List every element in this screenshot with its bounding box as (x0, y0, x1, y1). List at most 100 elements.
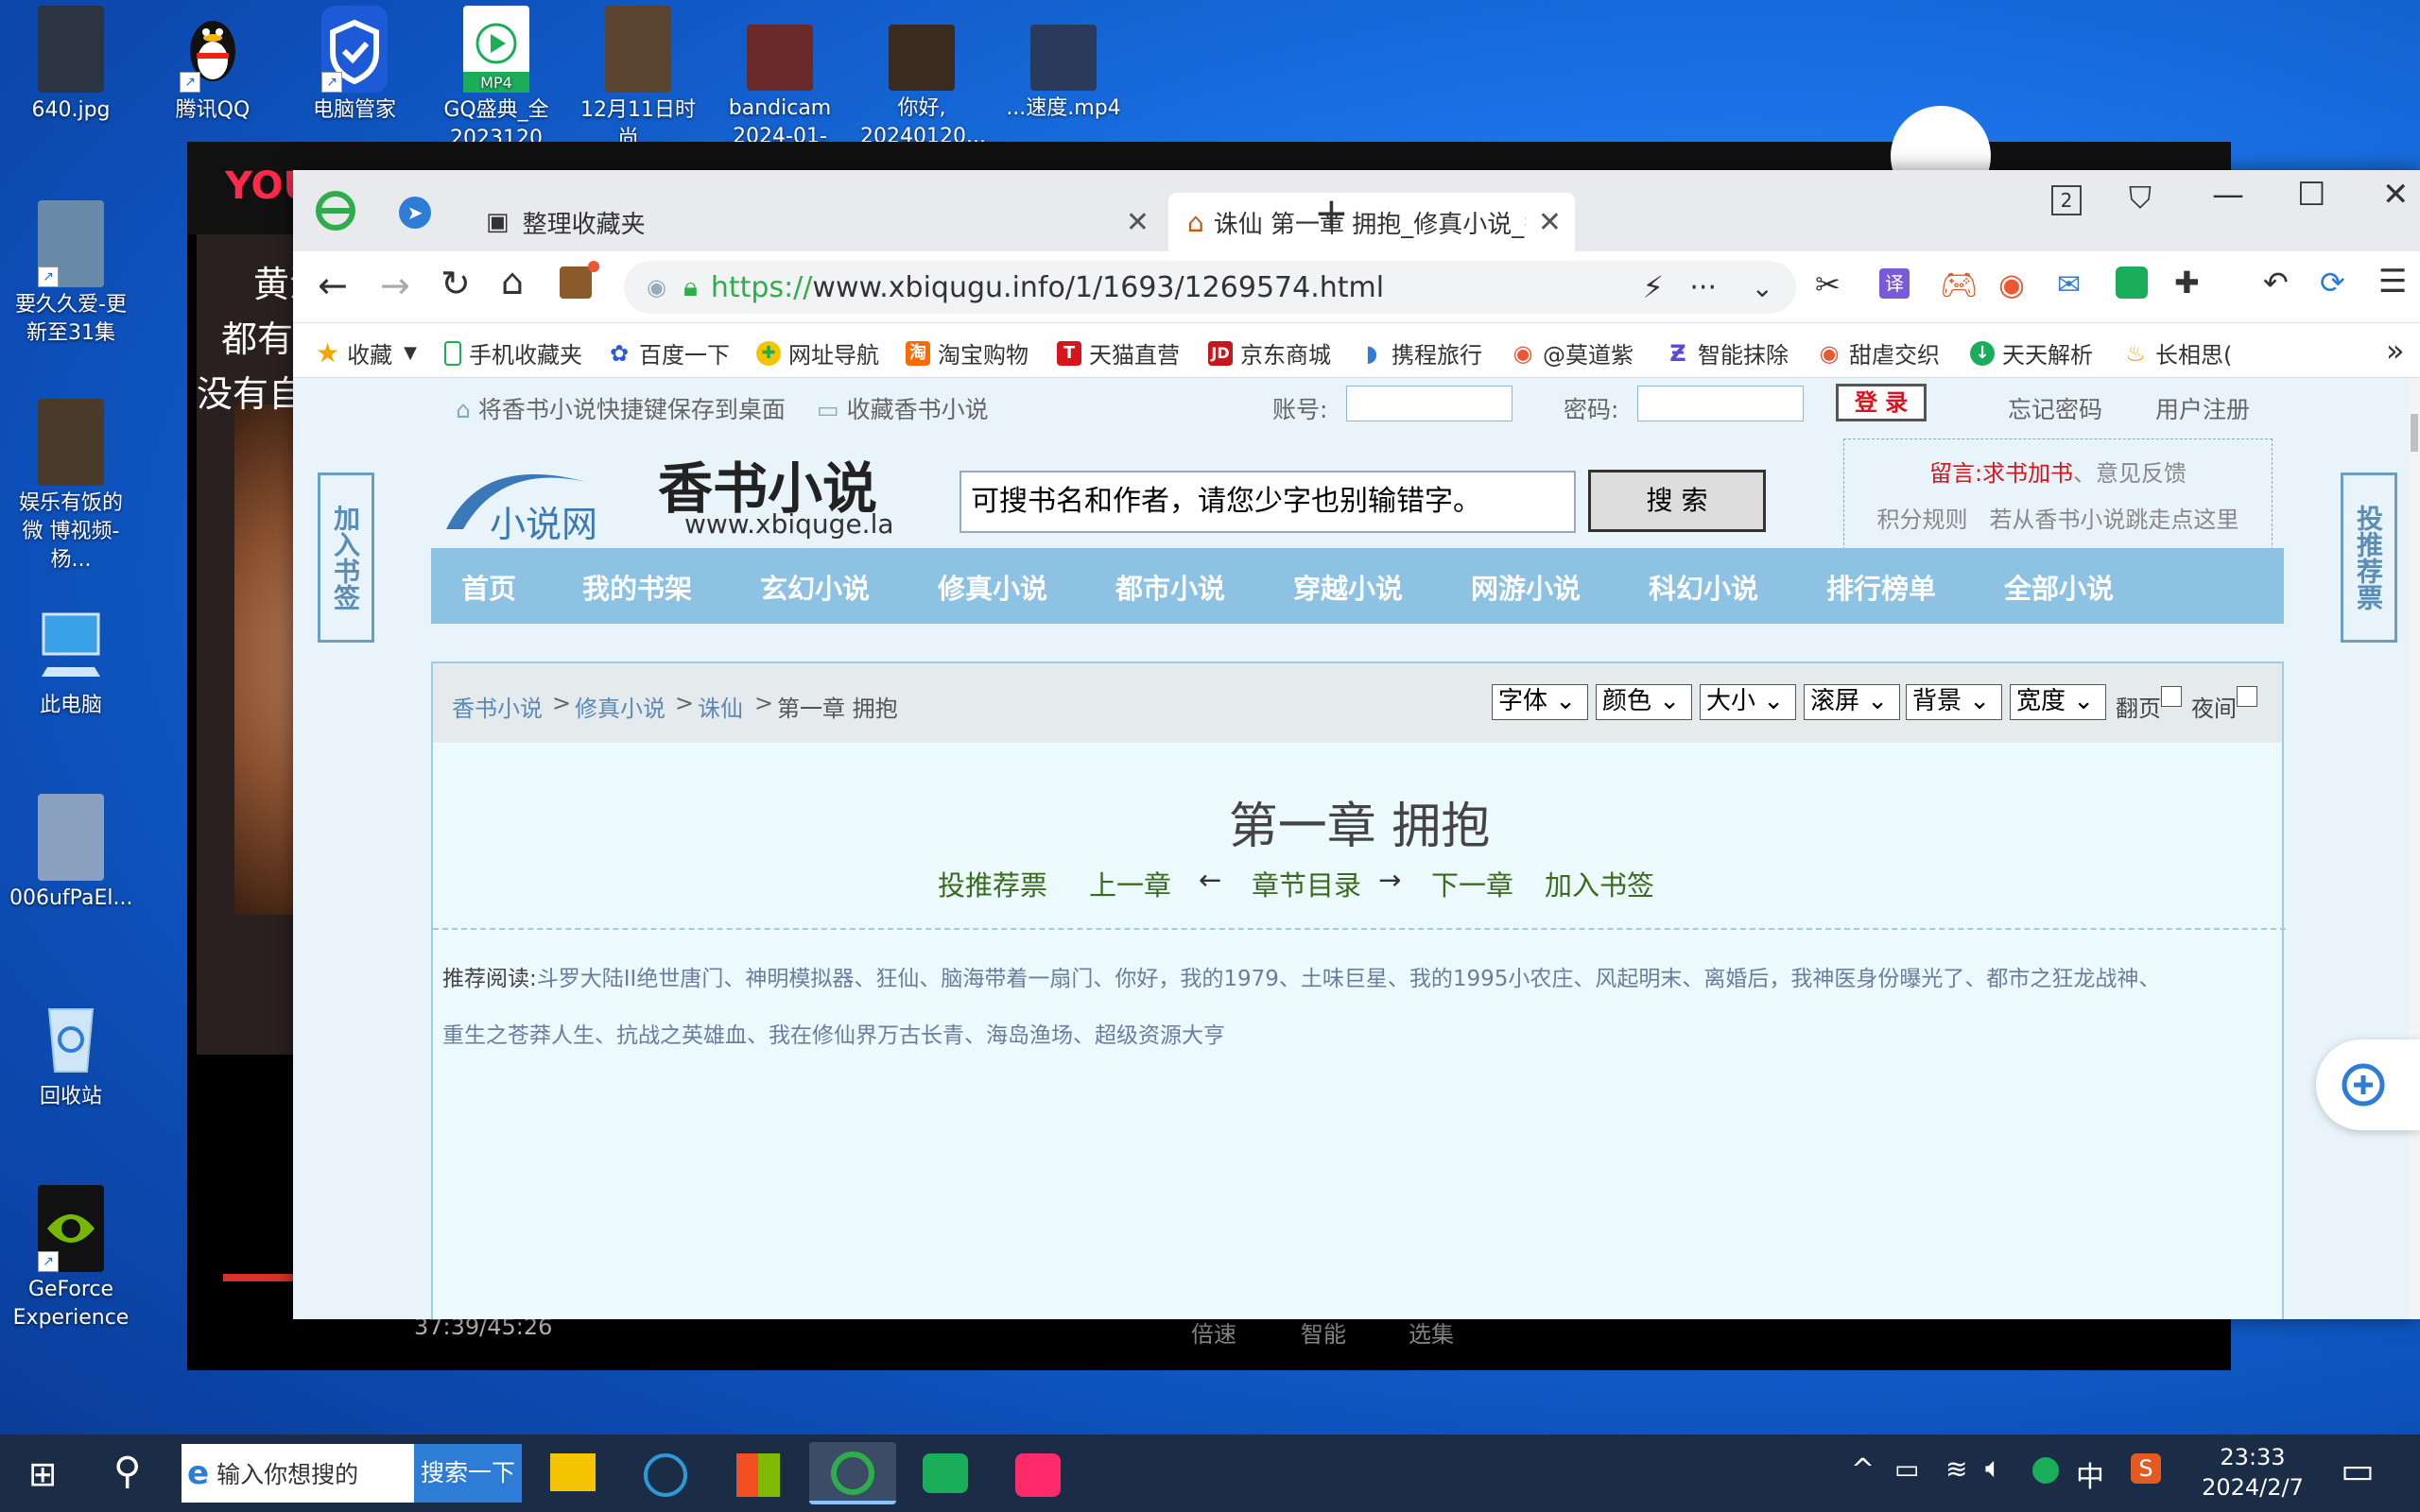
wallet-icon[interactable] (560, 266, 592, 299)
nav-xianxia[interactable]: 修真小说 (938, 567, 1047, 607)
night-mode-checkbox[interactable] (2237, 686, 2257, 707)
nav-all[interactable]: 全部小说 (2004, 567, 2114, 607)
wifi-icon[interactable]: ≋ (1945, 1453, 1967, 1485)
notification-icon[interactable]: ▭ (2341, 1450, 2375, 1491)
bookmark-favorites[interactable]: ★ 收藏 ▼ (316, 336, 417, 369)
next-chapter-link[interactable]: 下一章 (1431, 864, 1513, 903)
recommend-list[interactable]: 斗罗大陆II绝世唐门、神明模拟器、狂仙、脑海带着一扇门、你好，我的1979、土味… (537, 967, 2161, 991)
puzzle-extension-icon[interactable]: ✚ (2174, 265, 2200, 301)
forward-arrow-icon[interactable]: → (380, 265, 410, 306)
bookmark-tmall[interactable]: T 天猫直营 (1057, 336, 1180, 369)
nav-urban[interactable]: 都市小说 (1115, 567, 1225, 607)
nav-time-travel[interactable]: 穿越小说 (1293, 567, 1403, 607)
breadcrumb-category[interactable]: 修真小说 (575, 690, 666, 723)
breadcrumb-site[interactable]: 香书小说 (452, 690, 543, 723)
more-bookmarks-icon[interactable]: » (2386, 333, 2405, 369)
save-desktop-link[interactable]: ⌂ 将香书小说快捷键保存到桌面 (456, 391, 786, 425)
desktop-icon-video3[interactable]: ...速度.mp4 (1002, 6, 1125, 123)
bookmark-novel[interactable]: ◉ 甜虐交织 (1817, 336, 1940, 369)
site-info-icon[interactable]: ◉ (647, 274, 666, 301)
episodes-button[interactable]: 选集 (1409, 1315, 1454, 1349)
account-input[interactable] (1346, 386, 1512, 421)
bookmark-taobao[interactable]: 淘淘宝购物 (906, 336, 1028, 369)
tab-bookmarks-manager[interactable]: ▣ 整理收藏夹 ✕ (467, 193, 1163, 251)
address-bar[interactable]: ◉ 🔒︎ https:// www.xbiqugu.info/1/1693/12… (624, 261, 1796, 314)
video-app-icon[interactable] (908, 1442, 983, 1504)
desktop-icon-show[interactable]: ↗ 要久久爱-更 新至31集 (9, 200, 132, 348)
send-icon[interactable]: ➤ (399, 197, 431, 229)
tab-count-badge[interactable]: 2 (2051, 185, 2082, 215)
skin-shirt-icon[interactable]: ⛉ (2129, 180, 2152, 216)
ime-indicator[interactable]: 中 (2076, 1453, 2104, 1495)
new-tab-button[interactable]: + (1314, 189, 1349, 237)
close-button[interactable]: ✕ (2382, 176, 2410, 214)
clock[interactable]: 23:33 2024/2/7 (2191, 1442, 2314, 1503)
security-tray-icon[interactable] (2032, 1457, 2059, 1484)
page-scrollbar[interactable] (2409, 378, 2420, 1319)
taskbar-search-input[interactable]: e 输入你想搜的 (182, 1444, 414, 1503)
desktop-icon-video2[interactable]: 你好, 20240120... (860, 6, 986, 151)
size-select[interactable]: 大小 ⌄ (1700, 684, 1796, 720)
nav-online-game[interactable]: 网游小说 (1471, 567, 1581, 607)
scroll-select[interactable]: 滚屏 ⌄ (1804, 684, 1900, 720)
desktop-icon-qq[interactable]: ↗ 腾讯QQ (151, 6, 274, 125)
browser-taskbar-icon[interactable] (809, 1442, 896, 1504)
desktop-icon-geforce[interactable]: ↗ GeForce Experience (9, 1185, 132, 1332)
feedback-link[interactable]: 意见反馈 (2096, 460, 2187, 487)
add-bookmark-side-button[interactable]: 加入书签 (318, 472, 374, 643)
search-button[interactable]: 搜 索 (1588, 470, 1766, 532)
battery-icon[interactable]: ▭ (1894, 1453, 1919, 1485)
site-logo[interactable]: 小说网 香书小说 www.xbiquge.la (444, 444, 894, 548)
weibo-icon[interactable]: ◉ (1998, 266, 2025, 302)
volume-icon[interactable]: 🔈︎ (1985, 1452, 2002, 1485)
prev-chapter-link[interactable]: 上一章 (1089, 864, 1171, 903)
desktop-icon-recycle-bin[interactable]: 回收站 (9, 992, 132, 1111)
desktop-icon-image[interactable]: 640.jpg (9, 6, 132, 125)
page-turn-checkbox[interactable] (2161, 686, 2182, 707)
nav-rankings[interactable]: 排行榜单 (1826, 567, 1936, 607)
bookmark-nav[interactable]: ✚ 网址导航 (756, 336, 879, 369)
floating-assistant-button[interactable] (2316, 1040, 2420, 1130)
maximize-button[interactable]: ☐ (2297, 176, 2325, 214)
request-book-link[interactable]: 求书加书 (1982, 460, 2073, 487)
desktop-icon-mp4[interactable]: MP4 GQ盛典_全 2023120 (435, 6, 558, 153)
sync-icon[interactable]: ⟳ (2320, 265, 2345, 301)
desktop-icon-image2[interactable]: 006ufPaEl... (9, 794, 132, 913)
scissors-icon[interactable]: ✂ (1815, 266, 1841, 302)
sogou-ime-icon[interactable]: S (2131, 1453, 2161, 1484)
color-select[interactable]: 颜色 ⌄ (1596, 684, 1692, 720)
smart-button[interactable]: 智能 (1301, 1315, 1346, 1349)
chevron-down-icon[interactable]: ⌄ (1752, 272, 1773, 303)
breadcrumb-book[interactable]: 诛仙 (698, 690, 743, 723)
password-input[interactable] (1637, 386, 1804, 421)
photos-app-icon[interactable] (628, 1442, 703, 1504)
forgot-password-link[interactable]: 忘记密码 (2008, 391, 2102, 425)
windows-start-icon[interactable]: ⊞ (28, 1455, 57, 1494)
file-explorer-icon[interactable] (535, 1442, 611, 1504)
menu-icon[interactable]: ☰ (2378, 263, 2407, 301)
search-input[interactable]: 可搜书名和作者，请您少字也别输错字。 (959, 471, 1576, 533)
game-icon[interactable]: 🎮︎ (1940, 266, 1979, 302)
bookmark-erase[interactable]: Ƶ 智能抹除 (1666, 336, 1789, 369)
chevron-down-icon[interactable]: ▼ (404, 343, 417, 363)
tab-novel[interactable]: ⌂ 诛仙 第一章 拥抱_修真小说_香 ✕ (1168, 193, 1575, 251)
register-link[interactable]: 用户注册 (2155, 391, 2250, 425)
nav-scifi[interactable]: 科幻小说 (1649, 567, 1758, 607)
desktop-icon-this-pc[interactable]: 此电脑 (9, 601, 132, 720)
bookmark-baidu[interactable]: ✿ 百度一下 (607, 336, 730, 369)
back-arrow-icon[interactable]: ← (318, 265, 348, 306)
scrollbar-thumb[interactable] (2411, 414, 2418, 452)
close-tab-icon[interactable]: ✕ (1538, 206, 1562, 239)
font-select[interactable]: 字体 ⌄ (1492, 684, 1588, 720)
desktop-icon-weibo-video[interactable]: 娱乐有饭的微 博视频-杨... (9, 399, 132, 575)
nav-fantasy[interactable]: 玄幻小说 (760, 567, 870, 607)
reload-icon[interactable]: ↻ (441, 263, 471, 304)
bookmark-jd[interactable]: JD 京东商城 (1208, 336, 1331, 369)
green-extension-icon[interactable] (2116, 266, 2148, 299)
bookmark-site-link[interactable]: ▭ 收藏香书小说 (817, 391, 989, 425)
vote-side-button[interactable]: 投推荐票 (2341, 472, 2397, 643)
nav-home[interactable]: 首页 (461, 567, 516, 607)
translate-icon[interactable]: 译 (1879, 268, 1910, 299)
close-tab-icon[interactable]: ✕ (1126, 206, 1150, 239)
points-rules-link[interactable]: 积分规则 (1877, 507, 1968, 533)
